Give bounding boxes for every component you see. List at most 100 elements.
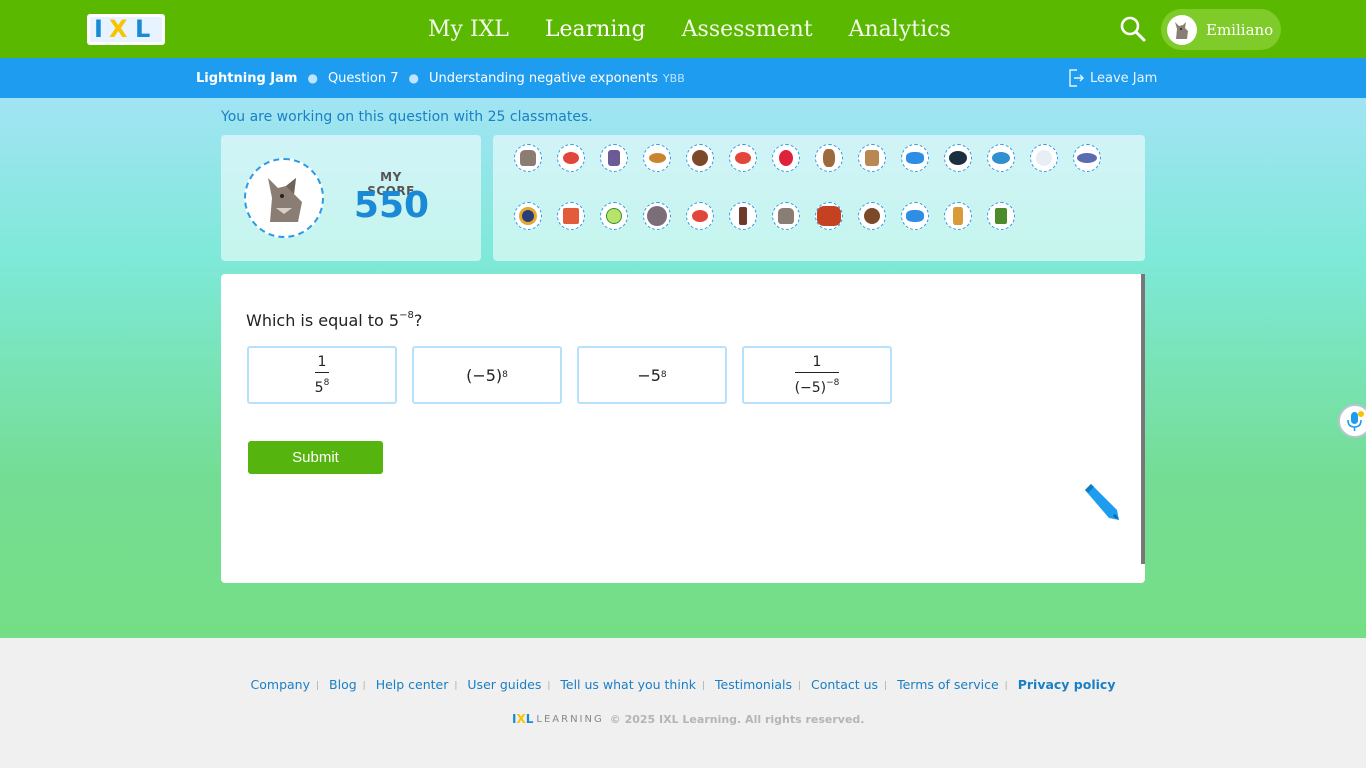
fraction-denominator: 58 bbox=[315, 375, 330, 396]
my-avatar bbox=[244, 158, 324, 238]
question-end: ? bbox=[413, 311, 423, 330]
jam-title: Lightning Jam bbox=[196, 70, 298, 86]
classmate-avatar bbox=[514, 144, 542, 172]
denominator-base: (−5) bbox=[794, 380, 827, 396]
footer-testimonials[interactable]: Testimonials bbox=[715, 677, 792, 692]
exit-icon bbox=[1069, 69, 1084, 87]
choice-fraction: 1 58 bbox=[314, 354, 330, 396]
ixl-logo[interactable]: I X L bbox=[87, 14, 165, 45]
answer-choice-4[interactable]: 1 (−5)−8 bbox=[742, 346, 892, 404]
leave-jam-button[interactable]: Leave Jam bbox=[1068, 58, 1157, 98]
copyright-text: © 2025 IXL Learning. All rights reserved… bbox=[609, 712, 865, 726]
question-scrollbar[interactable] bbox=[1141, 274, 1145, 564]
answer-choice-3[interactable]: −5 8 bbox=[577, 346, 727, 404]
planet-icon bbox=[647, 206, 667, 226]
footer-logo-x: X bbox=[516, 712, 526, 726]
butterfly-icon bbox=[906, 152, 924, 164]
microphone-icon[interactable] bbox=[1338, 404, 1366, 438]
nav-assessment[interactable]: Assessment bbox=[682, 17, 813, 42]
denominator-base: 5 bbox=[314, 380, 324, 396]
classmate-avatar bbox=[557, 202, 585, 230]
mushroom-icon bbox=[563, 152, 579, 164]
user-menu[interactable]: Emiliano bbox=[1161, 9, 1281, 50]
nav-analytics[interactable]: Analytics bbox=[849, 17, 951, 42]
logo-letter-i: I bbox=[94, 15, 103, 43]
skill-code: YBB bbox=[662, 71, 685, 85]
otter-icon bbox=[823, 149, 835, 167]
wolf-icon bbox=[778, 208, 794, 224]
classmate-avatar bbox=[815, 202, 843, 230]
nav-my-ixl[interactable]: My IXL bbox=[428, 17, 509, 42]
deer-icon bbox=[865, 150, 879, 166]
question-prompt: Which is equal to 5−8? bbox=[246, 310, 422, 330]
leave-jam-label: Leave Jam bbox=[1090, 70, 1158, 86]
fraction-denominator: (−5)−8 bbox=[795, 375, 840, 396]
question-card: Which is equal to 5−8? 1 58 (−5) 8 −5 8 1 … bbox=[221, 274, 1145, 583]
robot-icon bbox=[608, 150, 620, 166]
wolf-icon bbox=[520, 150, 536, 166]
breadcrumb-separator: ● bbox=[408, 71, 419, 85]
wolf-avatar-icon bbox=[1175, 21, 1188, 39]
footer-feedback[interactable]: Tell us what you think bbox=[560, 677, 696, 692]
motorcycle-icon bbox=[1077, 153, 1097, 163]
nav-learning[interactable]: Learning bbox=[545, 17, 646, 42]
mushroom-icon bbox=[735, 152, 751, 164]
choice-base: −5 bbox=[637, 365, 661, 385]
footer-help-center[interactable]: Help center bbox=[376, 677, 449, 692]
answer-choice-2[interactable]: (−5) 8 bbox=[412, 346, 562, 404]
classmates-message: You are working on this question with 25… bbox=[221, 109, 593, 125]
footer-separator: | bbox=[797, 681, 802, 691]
footer-logo-l: L bbox=[525, 712, 534, 726]
answer-choice-1[interactable]: 1 58 bbox=[247, 346, 397, 404]
classmate-avatars bbox=[493, 135, 1145, 261]
user-avatar bbox=[1167, 14, 1197, 45]
strawberry-icon bbox=[779, 150, 793, 166]
footer-links: Company | Blog | Help center | User guides |… bbox=[0, 677, 1366, 692]
classmate-avatar bbox=[557, 144, 585, 172]
footer-terms[interactable]: Terms of service bbox=[897, 677, 999, 692]
submit-button[interactable]: Submit bbox=[248, 441, 383, 474]
bear-icon bbox=[692, 150, 708, 166]
classmate-avatar bbox=[858, 202, 886, 230]
footer-separator: | bbox=[315, 681, 320, 691]
classmate-avatar bbox=[729, 202, 757, 230]
footer-separator: | bbox=[454, 681, 458, 691]
classmate-avatar bbox=[1073, 144, 1101, 172]
question-number: Question 7 bbox=[327, 70, 399, 86]
top-nav: I X L My IXL Learning Assessment Analyti… bbox=[0, 0, 1366, 58]
fish-icon bbox=[992, 152, 1010, 164]
footer-user-guides[interactable]: User guides bbox=[467, 677, 541, 692]
denominator-exponent: 8 bbox=[323, 378, 330, 388]
choice-exponent: 8 bbox=[660, 370, 667, 380]
classmate-avatar bbox=[901, 144, 929, 172]
giraffe-icon bbox=[953, 207, 963, 225]
classmate-avatar bbox=[686, 202, 714, 230]
monkey-icon bbox=[648, 153, 666, 163]
bear-icon bbox=[864, 208, 880, 224]
footer-privacy-policy[interactable]: Privacy policy bbox=[1018, 677, 1116, 692]
classmate-avatar bbox=[1030, 144, 1058, 172]
classmate-avatar bbox=[944, 202, 972, 230]
footer-blog[interactable]: Blog bbox=[329, 677, 357, 692]
footer-separator: | bbox=[362, 681, 366, 691]
snowflake-icon bbox=[1036, 150, 1052, 166]
logo-letter-l: L bbox=[135, 15, 151, 43]
jam-main: You are working on this question with 25… bbox=[0, 98, 1366, 638]
medal-icon bbox=[519, 207, 537, 225]
choice-base: (−5) bbox=[466, 365, 503, 385]
classmate-avatar bbox=[514, 202, 542, 230]
classmate-avatar bbox=[858, 144, 886, 172]
footer-company[interactable]: Company bbox=[251, 677, 310, 692]
pencil-icon[interactable] bbox=[1079, 480, 1121, 526]
user-name: Emiliano bbox=[1206, 20, 1274, 39]
denominator-exponent: −8 bbox=[826, 378, 840, 388]
classmate-avatar bbox=[600, 202, 628, 230]
footer-contact-us[interactable]: Contact us bbox=[811, 677, 878, 692]
sunset-icon bbox=[817, 206, 841, 226]
footer-logo-learning: LEARNING bbox=[536, 713, 604, 725]
fraction-bar bbox=[794, 372, 840, 373]
search-icon[interactable] bbox=[1118, 14, 1148, 44]
wolf-avatar-icon bbox=[268, 178, 302, 222]
person-icon bbox=[739, 207, 747, 225]
classmate-avatar bbox=[944, 144, 972, 172]
